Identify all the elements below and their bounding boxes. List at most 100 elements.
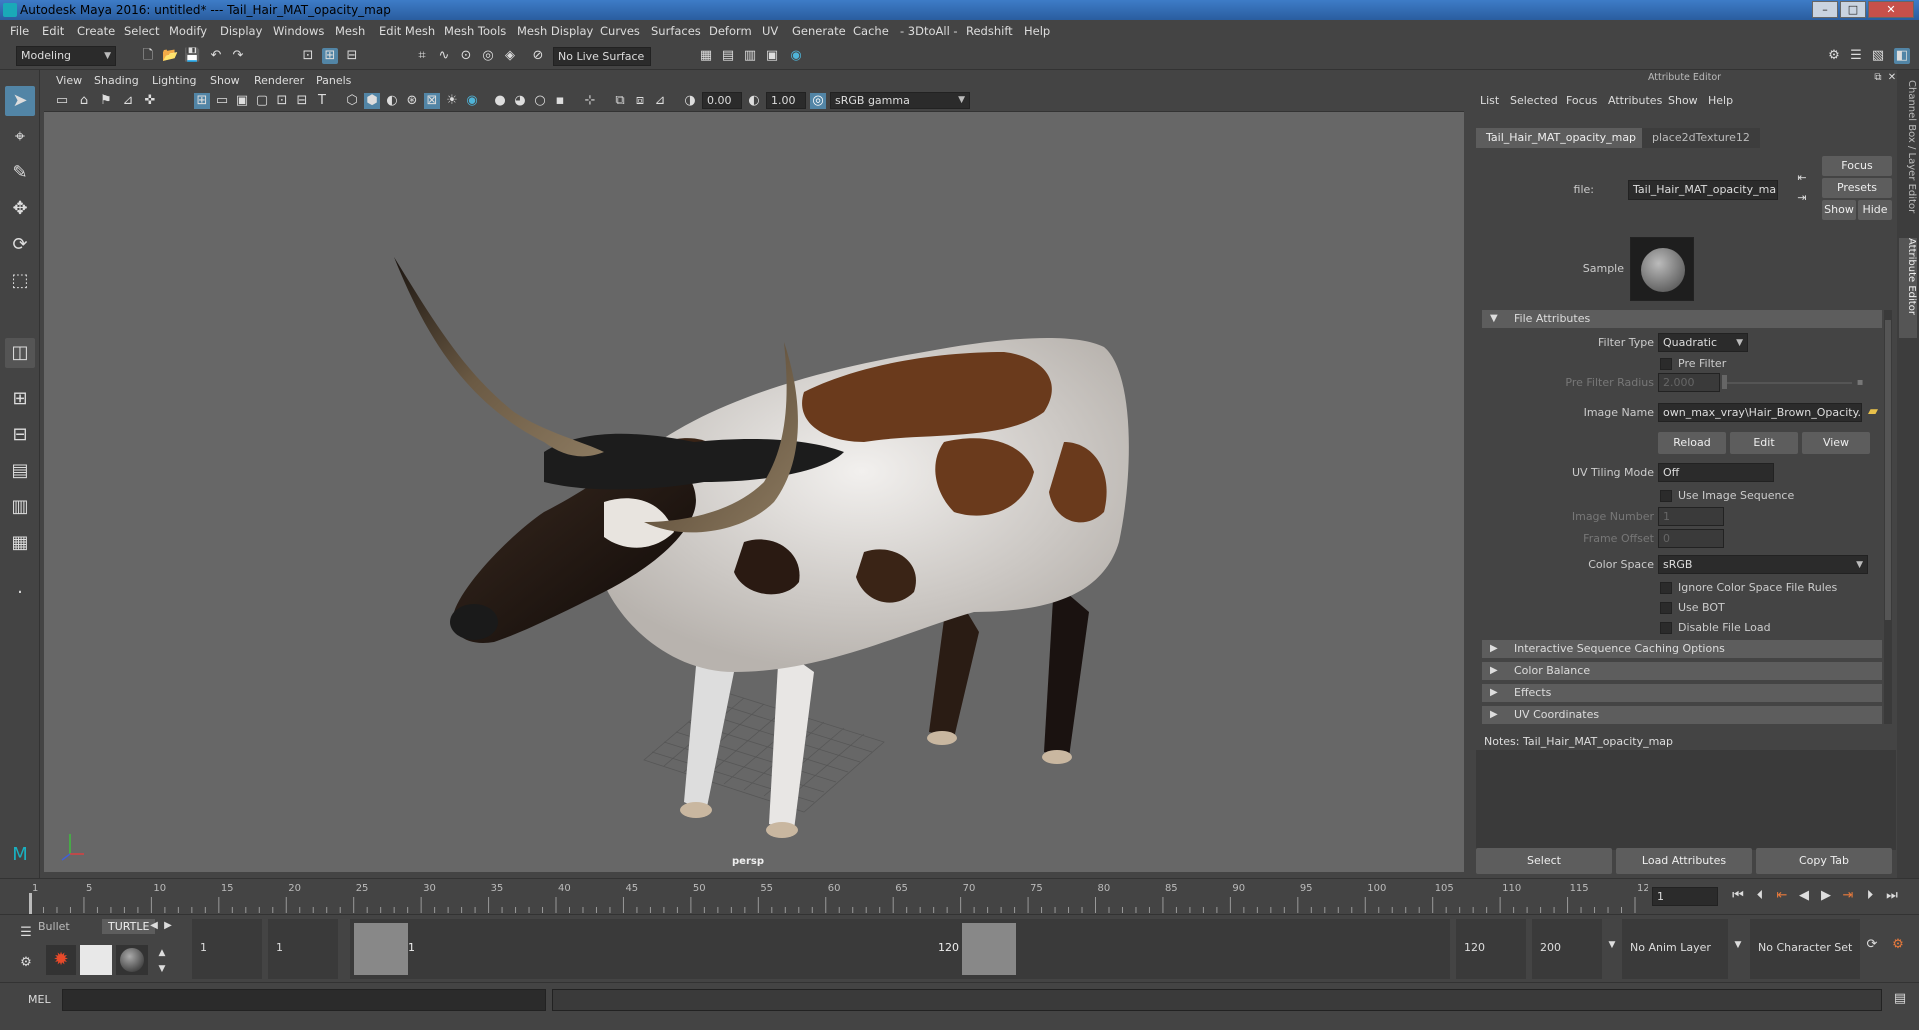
smooth-shade-icon[interactable]: ⬢ <box>364 93 380 109</box>
load-attributes-button[interactable]: Load Attributes <box>1616 848 1752 874</box>
wireframe-icon[interactable]: ⬡ <box>344 93 360 109</box>
view-button[interactable]: View <box>1802 432 1870 454</box>
vp-menu-view[interactable]: View <box>56 74 82 87</box>
vp-menu-renderer[interactable]: Renderer <box>254 74 304 87</box>
go-to-end-icon[interactable]: ⏭ <box>1884 888 1900 904</box>
step-back-key-icon[interactable]: ⇤ <box>1774 888 1790 904</box>
pre-filter-radius-slider[interactable] <box>1726 382 1852 384</box>
safe-action-icon[interactable]: ⊟ <box>294 93 310 109</box>
animation-preferences-icon[interactable]: ⚙ <box>1890 937 1906 953</box>
go-to-start-icon[interactable]: ⏮ <box>1730 888 1746 904</box>
current-time-marker[interactable] <box>29 893 32 915</box>
select-hierarchy-icon[interactable]: ⊡ <box>300 48 316 64</box>
presets-button[interactable]: Presets <box>1822 178 1892 198</box>
select-object-icon[interactable]: ⊞ <box>322 48 338 64</box>
animation-start-field[interactable]: 1 <box>192 919 262 979</box>
vp-menu-show[interactable]: Show <box>210 74 240 87</box>
menu-curves[interactable]: Curves <box>600 24 640 38</box>
menu-uv[interactable]: UV <box>762 24 778 38</box>
image-plane-icon[interactable]: ⊿ <box>120 93 136 109</box>
menu-mesh-tools[interactable]: Mesh Tools <box>444 24 506 38</box>
modeling-toolkit-icon[interactable]: ⚙ <box>1826 48 1842 64</box>
shelf-tab-bullet[interactable]: Bullet <box>38 920 70 933</box>
two-pane-layout-icon[interactable]: ⊟ <box>5 420 35 450</box>
select-tool-icon[interactable]: ➤ <box>5 86 35 116</box>
current-frame-field[interactable]: 1 <box>1652 887 1718 906</box>
menu-select[interactable]: Select <box>124 24 159 38</box>
uv-tiling-mode-dropdown[interactable]: Off <box>1658 463 1774 482</box>
snap-surface-icon[interactable]: ◈ <box>502 48 518 64</box>
shadows-icon[interactable]: ☀ <box>444 93 460 109</box>
custom-layout-icon[interactable]: · <box>5 578 35 608</box>
ae-menu-list[interactable]: List <box>1480 94 1499 107</box>
section-file-attributes[interactable]: ▼ File Attributes <box>1482 310 1882 328</box>
step-forward-key-icon[interactable]: ⇥ <box>1840 888 1856 904</box>
range-start-handle[interactable] <box>354 923 408 975</box>
snap-point-icon[interactable]: ⊙ <box>458 48 474 64</box>
menu-surfaces[interactable]: Surfaces <box>651 24 701 38</box>
shelf-down-icon[interactable]: ▼ <box>154 961 170 977</box>
ae-scrollbar-thumb[interactable] <box>1885 320 1891 620</box>
vp-menu-panels[interactable]: Panels <box>316 74 351 87</box>
ipr-render-icon[interactable]: ▥ <box>742 48 758 64</box>
auto-key-icon[interactable]: ⟳ <box>1864 937 1880 953</box>
four-view-layout-icon[interactable]: ⊞ <box>5 384 35 414</box>
map-button-icon[interactable]: ▪ <box>1852 375 1868 391</box>
menu-generate[interactable]: Generate <box>792 24 846 38</box>
lasso-tool-icon[interactable]: ⌖ <box>5 122 35 152</box>
ae-menu-help[interactable]: Help <box>1708 94 1733 107</box>
menu-create[interactable]: Create <box>77 24 115 38</box>
outliner-layout-icon[interactable]: ▤ <box>5 456 35 486</box>
pre-filter-checkbox[interactable] <box>1660 358 1672 370</box>
hypershade-layout-icon[interactable]: ▦ <box>5 528 35 558</box>
rotate-tool-icon[interactable]: ⟳ <box>5 230 35 260</box>
show-button[interactable]: Show <box>1822 200 1856 220</box>
move-tool-icon[interactable]: ✥ <box>5 194 35 224</box>
menu-deform[interactable]: Deform <box>709 24 752 38</box>
attribute-editor-side-tab[interactable]: Attribute Editor <box>1899 238 1917 338</box>
camera-lock-icon[interactable]: ⌂ <box>76 93 92 109</box>
shelf-menu-icon[interactable]: ☰ <box>18 925 34 941</box>
hide-button[interactable]: Hide <box>1858 200 1892 220</box>
gate-mask-icon[interactable]: ▢ <box>254 93 270 109</box>
pre-filter-radius-field[interactable]: 2.000 <box>1658 373 1720 392</box>
menu-redshift[interactable]: Redshift <box>966 24 1013 38</box>
playback-end-field[interactable]: 120 <box>1456 919 1526 979</box>
use-bot-checkbox[interactable] <box>1660 602 1672 614</box>
use-all-lights-icon[interactable]: ⊠ <box>424 93 440 109</box>
backface-culling-icon[interactable]: ⊿ <box>652 93 668 109</box>
minimize-button[interactable]: – <box>1812 1 1838 18</box>
xray-icon[interactable]: ⊹ <box>582 93 598 109</box>
ae-menu-selected[interactable]: Selected <box>1510 94 1558 107</box>
field-chart-icon[interactable]: ⊡ <box>274 93 290 109</box>
ae-scrollbar[interactable] <box>1884 310 1892 724</box>
anim-layer-dropdown[interactable]: No Anim Layer <box>1622 919 1728 979</box>
folder-icon[interactable]: ▰ <box>1865 404 1881 420</box>
chevron-down-icon[interactable]: ▼ <box>1604 937 1620 953</box>
redo-icon[interactable]: ↷ <box>230 48 246 64</box>
time-ruler[interactable]: 1 5 10 15 20 25 30 35 40 45 50 55 60 65 70 75 80 85 90 95 10… <box>28 879 1648 915</box>
disable-file-load-checkbox[interactable] <box>1660 622 1672 634</box>
menu-file[interactable]: File <box>10 24 29 38</box>
menu-modify[interactable]: Modify <box>169 24 207 38</box>
shelf-fire-icon[interactable]: ✹ <box>46 945 76 975</box>
frame-offset-field[interactable]: 0 <box>1658 529 1724 548</box>
paint-select-tool-icon[interactable]: ✎ <box>5 158 35 188</box>
range-end-handle[interactable] <box>962 923 1016 975</box>
playback-start-field[interactable]: 1 <box>268 919 338 979</box>
menu-edit-mesh[interactable]: Edit Mesh <box>379 24 435 38</box>
image-name-field[interactable]: own_max_vray\Hair_Brown_Opacity.png <box>1658 403 1862 422</box>
time-slider[interactable]: 1 5 10 15 20 25 30 35 40 45 50 55 60 65 70 75 80 85 90 95 10… <box>0 878 1919 915</box>
edit-button[interactable]: Edit <box>1730 432 1798 454</box>
snap-view-icon[interactable]: ◎ <box>480 48 496 64</box>
menu-3dtoall[interactable]: - 3DtoAll - <box>900 24 958 38</box>
bookmark-icon[interactable]: ⚑ <box>98 93 114 109</box>
grid-icon[interactable]: ⊞ <box>194 93 210 109</box>
channel-box-icon[interactable]: ◧ <box>1894 48 1910 64</box>
shelf-scroll-right-icon[interactable]: ▶ <box>160 918 176 934</box>
section-sequence-caching[interactable]: ▶ Interactive Sequence Caching Options <box>1482 640 1882 658</box>
image-number-field[interactable]: 1 <box>1658 507 1724 526</box>
input-connection-icon[interactable]: ⇤ <box>1794 170 1810 186</box>
channel-box-side-tab[interactable]: Channel Box / Layer Editor <box>1899 80 1917 220</box>
step-back-frame-icon[interactable]: ⏴ <box>1752 888 1768 904</box>
